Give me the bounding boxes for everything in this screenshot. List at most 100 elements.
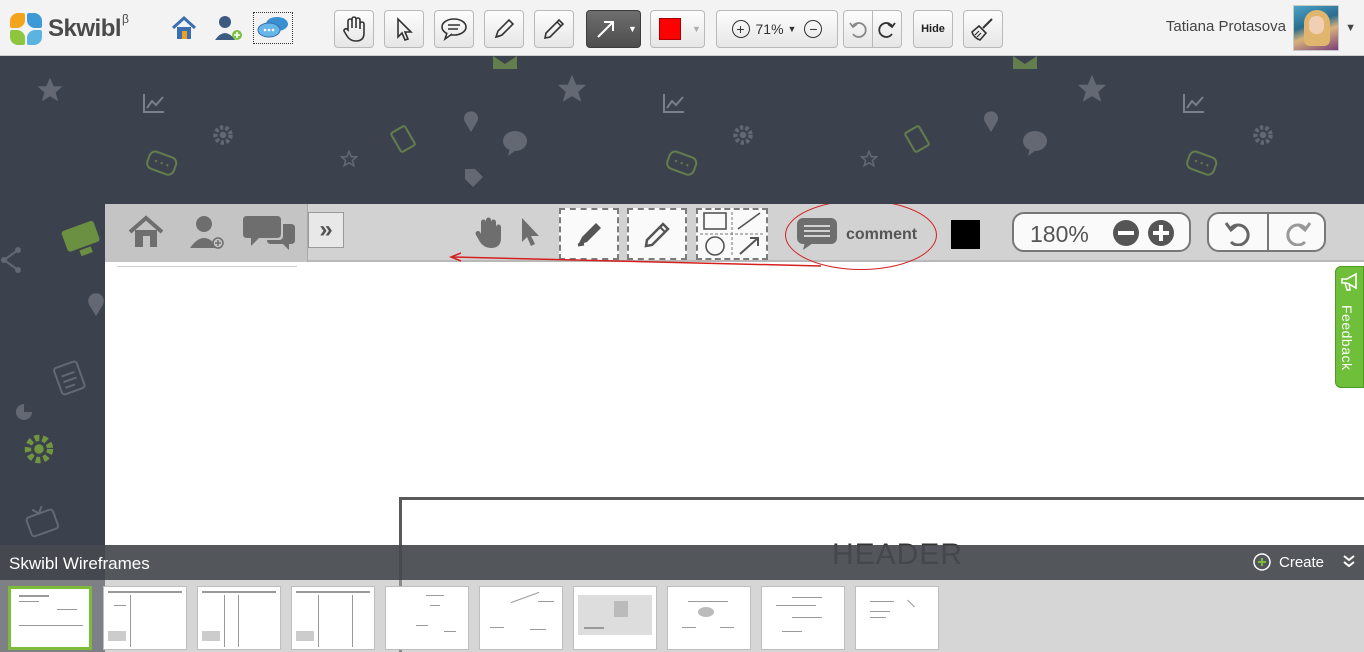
app-version-mark: β (122, 12, 129, 26)
page-thumbnail[interactable] (8, 586, 92, 650)
chat-icon (146, 150, 178, 176)
current-color-swatch (659, 18, 681, 40)
page-thumbnail[interactable] (855, 586, 939, 650)
wireframe-home-icon (128, 215, 164, 247)
zoom-in-icon[interactable]: + (731, 20, 750, 38)
chat-button[interactable] (253, 12, 293, 44)
feedback-tab[interactable]: Feedback (1335, 266, 1364, 388)
create-label: Create (1279, 553, 1325, 571)
home-icon (171, 15, 197, 39)
hide-label: Hide (921, 23, 945, 35)
wireframe-chat-icon (243, 216, 295, 250)
megaphone-icon (1341, 272, 1357, 291)
tag-icon (465, 169, 483, 187)
create-button[interactable]: Create (1253, 553, 1324, 571)
wireframe-zoom-out-icon (1113, 220, 1139, 246)
undo-icon (849, 22, 867, 38)
user-name[interactable]: Tatiana Protasova (1166, 18, 1286, 35)
undo-button[interactable] (843, 10, 873, 48)
top-toolbar: Skwibl β ▼ ▼ + 71% ▼ − Hide Tatiana Prot… (0, 0, 1364, 56)
wireframe-redo-icon (1286, 222, 1312, 246)
marker-tool-button[interactable] (484, 10, 524, 48)
wireframe-zoom-in-icon (1148, 220, 1174, 246)
comment-tool-button[interactable] (434, 10, 474, 48)
envelope-icon (1013, 56, 1037, 69)
page-thumbnail[interactable] (385, 586, 469, 650)
chart-icon (143, 94, 164, 113)
star-icon (860, 150, 878, 168)
app-name: Skwibl (48, 15, 122, 42)
page-thumbnail[interactable] (103, 586, 187, 650)
pencil-tool-button[interactable] (534, 10, 574, 48)
star-icon (557, 74, 587, 102)
select-tool-button[interactable] (384, 10, 424, 48)
chart-icon (1183, 94, 1204, 113)
add-user-button[interactable] (208, 10, 248, 46)
gear-icon (213, 125, 233, 145)
arrow-tool-dropdown[interactable]: ▼ (625, 10, 641, 48)
gear-icon (24, 434, 54, 464)
broom-icon (971, 18, 993, 41)
tv-icon (25, 505, 60, 538)
clear-button[interactable] (963, 10, 1003, 48)
marker-icon (494, 18, 515, 39)
page-thumbnails (0, 580, 1364, 652)
comment-bubble-icon (441, 18, 467, 41)
hide-button[interactable]: Hide (913, 10, 953, 48)
add-user-icon (215, 16, 242, 40)
wireframe-undo-icon (1224, 222, 1250, 246)
collapse-icon[interactable] (1342, 554, 1356, 568)
chat-icon (1186, 150, 1218, 176)
page-thumbnail[interactable] (291, 586, 375, 650)
user-menu-caret-icon[interactable]: ▼ (1345, 22, 1356, 34)
zoom-value[interactable]: 71% (756, 21, 784, 37)
project-name: Skwibl Wireframes (9, 554, 150, 573)
plus-circle-icon (1253, 553, 1271, 571)
pin-icon (984, 111, 998, 132)
wireframe-undo-redo (1207, 212, 1326, 252)
hand-icon (343, 16, 365, 42)
zoom-out-icon[interactable]: − (804, 20, 823, 38)
chat-icon (666, 150, 698, 176)
color-picker-button[interactable] (650, 10, 690, 48)
pin-icon (464, 111, 478, 132)
arrow-tool-button[interactable] (586, 10, 626, 48)
share-icon (1, 247, 21, 273)
redo-button[interactable] (872, 10, 902, 48)
zoom-control: + 71% ▼ − (716, 10, 838, 48)
page-thumbnail[interactable] (667, 586, 751, 650)
wireframe-add-user-icon (190, 216, 224, 249)
pencil-icon (543, 18, 565, 40)
wireframe-color-swatch (951, 220, 980, 249)
arrow-icon (597, 21, 614, 38)
app-logo[interactable]: Skwibl β (8, 11, 129, 47)
phone-icon (390, 125, 416, 153)
gear-icon (733, 125, 753, 145)
cursor-icon (397, 17, 413, 41)
home-button[interactable] (164, 10, 204, 46)
pie-chart-icon (16, 404, 32, 420)
annotation-arrow[interactable] (435, 244, 835, 274)
wireframe-expand-icon: » (308, 212, 344, 248)
wireframe-zoom-control: 180% (1012, 212, 1191, 252)
page-thumbnail[interactable] (761, 586, 845, 650)
star-icon (340, 150, 358, 168)
star-icon (1077, 74, 1107, 102)
wireframe-nav-group (105, 204, 308, 262)
chat-bubbles-icon (257, 17, 288, 38)
star-icon (37, 77, 63, 102)
speech-icon (1023, 131, 1047, 156)
page-thumbnail[interactable] (573, 586, 657, 650)
wireframe-divider (117, 266, 297, 267)
page-thumbnail[interactable] (479, 586, 563, 650)
pan-tool-button[interactable] (334, 10, 374, 48)
clipboard-icon (53, 360, 86, 396)
monitor-icon (61, 220, 100, 257)
page-thumbnail[interactable] (197, 586, 281, 650)
avatar[interactable] (1293, 5, 1339, 51)
zoom-dropdown-icon[interactable]: ▼ (788, 24, 797, 34)
speech-icon (503, 131, 527, 156)
color-dropdown[interactable]: ▼ (689, 10, 705, 48)
logo-mark-icon (8, 11, 44, 47)
wireframe-zoom-value: 180% (1030, 221, 1089, 247)
